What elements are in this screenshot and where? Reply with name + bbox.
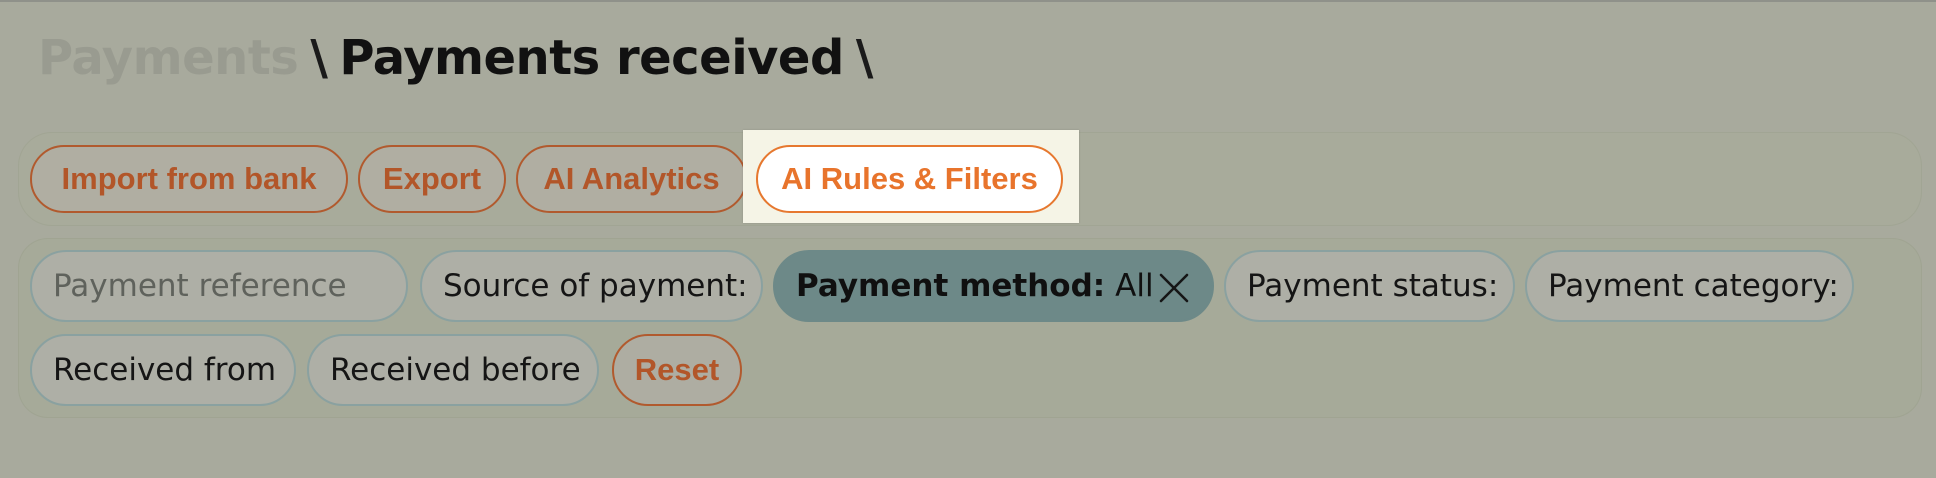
payment-method-label: Payment method: [796, 268, 1106, 304]
import-from-bank-button[interactable]: Import from bank [30, 145, 348, 213]
ai-rules-filters-button[interactable]: AI Rules & Filters [756, 145, 1063, 213]
payment-method-filter[interactable]: Payment method: All [773, 250, 1214, 322]
export-button[interactable]: Export [358, 145, 506, 213]
breadcrumb-trailing-separator: \ [855, 30, 874, 86]
source-of-payment-label: Source of payment: [443, 268, 748, 304]
payment-category-label: Payment category: [1548, 268, 1839, 304]
payment-method-value: All [1115, 268, 1154, 304]
payment-reference-input[interactable]: Payment reference [30, 250, 408, 322]
breadcrumb-separator: \ [310, 30, 328, 86]
received-from-filter[interactable]: Received from [30, 334, 296, 406]
breadcrumb: Payments \ Payments received \ [38, 28, 873, 88]
received-from-label: Received from [53, 352, 277, 388]
source-of-payment-filter[interactable]: Source of payment: [420, 250, 763, 322]
payment-status-filter[interactable]: Payment status: [1224, 250, 1515, 322]
ai-analytics-button[interactable]: AI Analytics [516, 145, 747, 213]
close-icon[interactable] [1158, 272, 1190, 304]
payment-status-label: Payment status: [1247, 268, 1499, 304]
page-title: Payments received [339, 30, 844, 86]
payment-category-filter[interactable]: Payment category: [1525, 250, 1854, 322]
reset-button[interactable]: Reset [612, 334, 742, 406]
breadcrumb-root[interactable]: Payments [38, 30, 299, 86]
payment-reference-placeholder: Payment reference [53, 268, 347, 304]
received-before-filter[interactable]: Received before [307, 334, 599, 406]
received-before-label: Received before [330, 352, 581, 388]
